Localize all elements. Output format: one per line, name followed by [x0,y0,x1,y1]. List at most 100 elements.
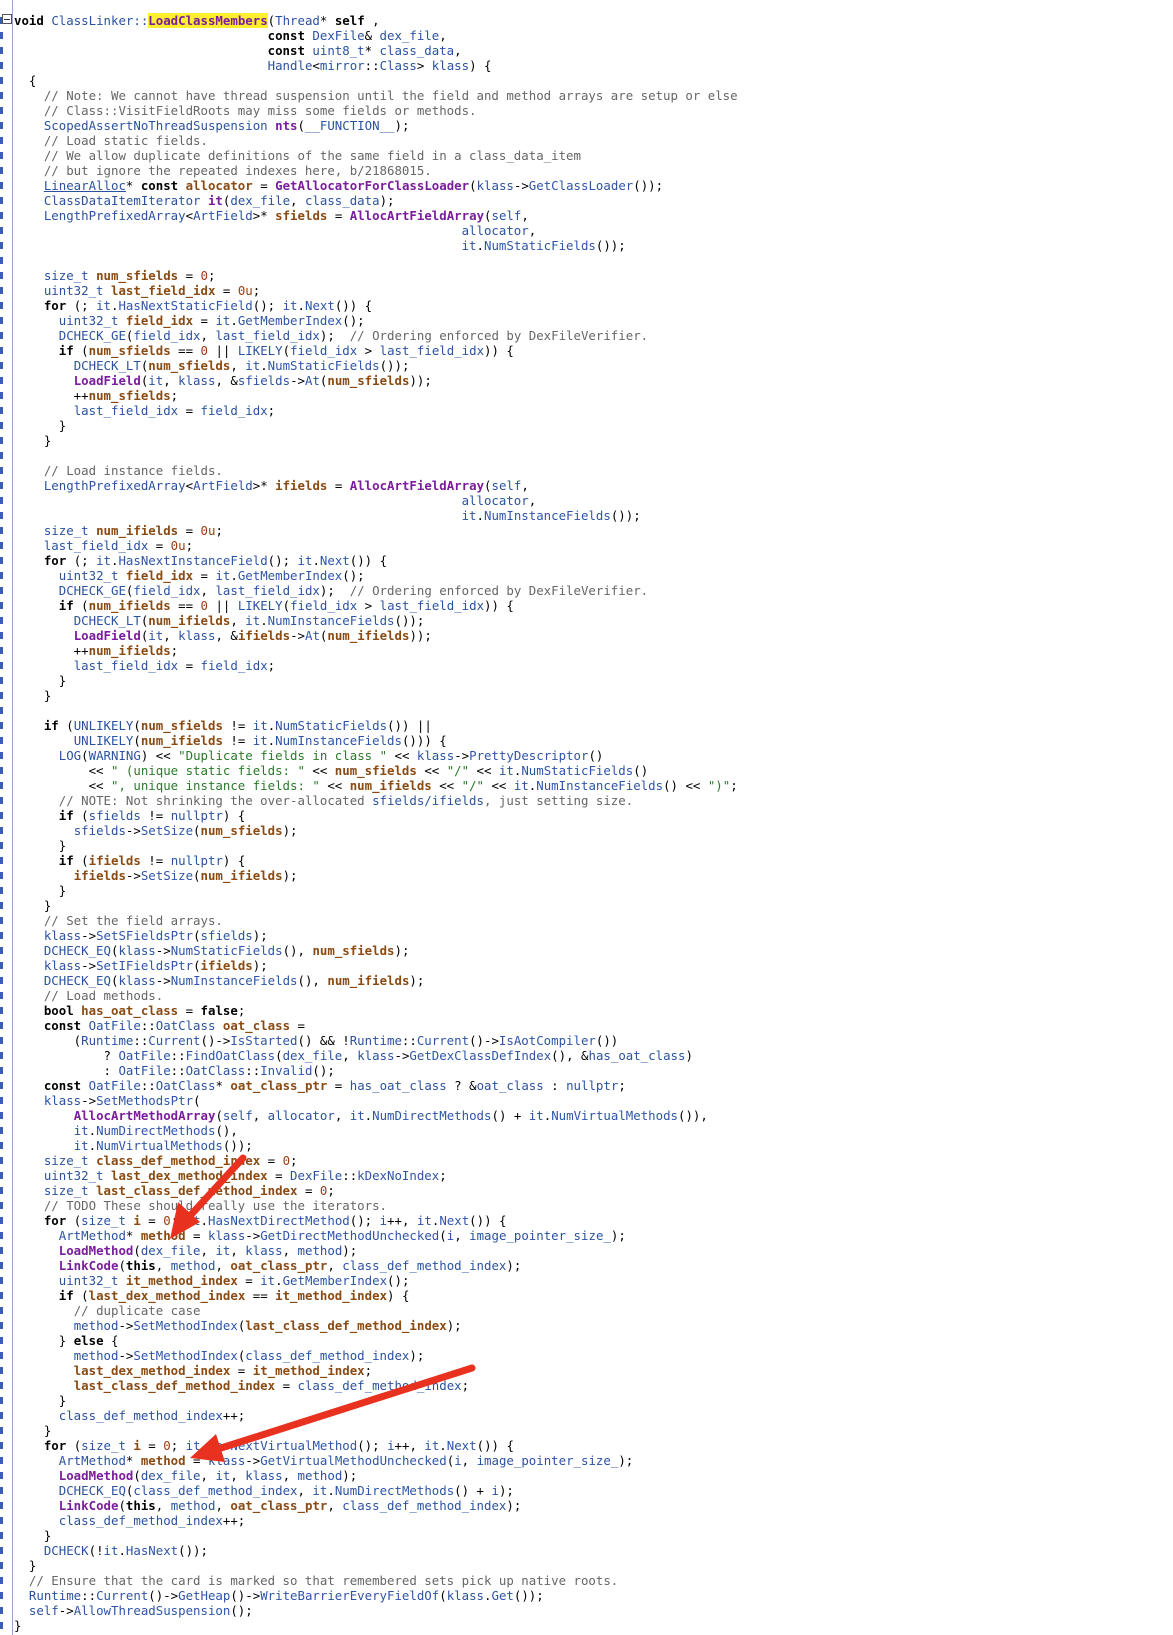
code-line[interactable]: DCHECK_LT(num_sfields, it.NumStaticField… [14,358,410,373]
code-line[interactable]: klass->SetSFieldsPtr(sfields); [14,928,268,943]
code-line[interactable]: if (num_sfields == 0 || LIKELY(field_idx… [14,343,514,358]
code-line[interactable]: for (; it.HasNextStaticField(); it.Next(… [14,298,372,313]
code-line[interactable]: if (last_dex_method_index == it_method_i… [14,1288,410,1303]
code-line[interactable]: DCHECK_EQ(class_def_method_index, it.Num… [14,1483,514,1498]
code-line[interactable]: // duplicate case [14,1303,201,1318]
code-line[interactable]: size_t last_class_def_method_index = 0; [14,1183,335,1198]
code-line[interactable]: if (UNLIKELY(num_sfields != it.NumStatic… [14,718,432,733]
code-line[interactable]: // Note: We cannot have thread suspensio… [14,88,738,103]
code-line[interactable]: size_t num_sfields = 0; [14,268,216,283]
code-line[interactable]: DCHECK(!it.HasNext()); [14,1543,208,1558]
code-line[interactable]: class_def_method_index++; [14,1408,246,1423]
code-line[interactable]: } [14,883,66,898]
code-line[interactable]: DCHECK_LT(num_ifields, it.NumInstanceFie… [14,613,425,628]
code-line[interactable]: LoadMethod(dex_file, it, klass, method); [14,1468,357,1483]
code-line[interactable]: klass->SetIFieldsPtr(ifields); [14,958,268,973]
code-line[interactable]: DCHECK_GE(field_idx, last_field_idx); //… [14,583,648,598]
code-line[interactable]: } [14,673,66,688]
code-line[interactable]: it.NumInstanceFields()); [14,508,641,523]
code-line[interactable]: LengthPrefixedArray<ArtField>* ifields =… [14,478,529,493]
code-line[interactable]: // but ignore the repeated indexes here,… [14,163,432,178]
code-line[interactable]: const OatFile::OatClass oat_class = [14,1018,305,1033]
code-line[interactable]: uint32_t last_field_idx = 0u; [14,283,260,298]
code-line[interactable]: last_field_idx = field_idx; [14,658,275,673]
code-line[interactable]: ifields->SetSize(num_ifields); [14,868,298,883]
code-line[interactable]: } [14,838,66,853]
code-line[interactable]: // Load static fields. [14,133,208,148]
fold-toggle-icon[interactable] [2,14,12,24]
code-line[interactable]: method->SetMethodIndex(class_def_method_… [14,1348,425,1363]
code-line[interactable]: size_t class_def_method_index = 0; [14,1153,298,1168]
code-line[interactable]: << ", unique instance fields: " << num_i… [14,778,738,793]
code-line[interactable]: DCHECK_GE(field_idx, last_field_idx); //… [14,328,648,343]
code-line[interactable]: // We allow duplicate definitions of the… [14,148,581,163]
code-line[interactable]: { [14,73,36,88]
code-line[interactable]: const DexFile& dex_file, [14,28,447,43]
code-line[interactable]: } else { [14,1333,119,1348]
code-line[interactable]: uint32_t field_idx = it.GetMemberIndex()… [14,313,365,328]
code-line[interactable]: klass->SetMethodsPtr( [14,1093,201,1108]
code-line[interactable]: allocator, [14,223,537,238]
code-line[interactable]: DCHECK_EQ(klass->NumInstanceFields(), nu… [14,973,425,988]
code-line[interactable]: } [14,1558,36,1573]
code-line[interactable]: last_dex_method_index = it_method_index; [14,1363,372,1378]
code-line[interactable]: ++num_sfields; [14,388,178,403]
code-line[interactable]: LinkCode(this, method, oat_class_ptr, cl… [14,1258,522,1273]
code-line[interactable]: LOG(WARNING) << "Duplicate fields in cla… [14,748,604,763]
code-line[interactable]: : OatFile::OatClass::Invalid(); [14,1063,335,1078]
code-editor[interactable]: void ClassLinker::LoadClassMembers(Threa… [0,0,1173,1635]
code-line[interactable]: } [14,418,66,433]
code-line[interactable]: LoadField(it, klass, &sfields->At(num_sf… [14,373,432,388]
code-line[interactable]: // TODO These should really use the iter… [14,1198,387,1213]
code-line[interactable]: ScopedAssertNoThreadSuspension nts(__FUN… [14,118,410,133]
code-line[interactable]: if (ifields != nullptr) { [14,853,246,868]
code-line[interactable]: uint32_t field_idx = it.GetMemberIndex()… [14,568,365,583]
code-line[interactable]: ArtMethod* method = klass->GetVirtualMet… [14,1453,633,1468]
code-line[interactable]: // Ensure that the card is marked so tha… [14,1573,618,1588]
code-line[interactable]: LinearAlloc* const allocator = GetAlloca… [14,178,663,193]
code-line[interactable]: (Runtime::Current()->IsStarted() && !Run… [14,1033,619,1048]
code-line[interactable]: // Load methods. [14,988,163,1003]
code-line[interactable]: for (; it.HasNextInstanceField(); it.Nex… [14,553,387,568]
code-line[interactable]: LoadField(it, klass, &ifields->At(num_if… [14,628,432,643]
code-line[interactable]: LengthPrefixedArray<ArtField>* sfields =… [14,208,529,223]
code-line[interactable]: bool has_oat_class = false; [14,1003,245,1018]
code-line[interactable]: allocator, [14,493,537,508]
code-line[interactable]: size_t num_ifields = 0u; [14,523,223,538]
code-line[interactable]: sfields->SetSize(num_sfields); [14,823,298,838]
code-line[interactable]: } [14,1618,21,1633]
code-line[interactable]: ++num_ifields; [14,643,178,658]
code-line[interactable]: for (size_t i = 0; it.HasNextDirectMetho… [14,1213,507,1228]
code-line[interactable]: const uint8_t* class_data, [14,43,462,58]
code-line[interactable]: if (sfields != nullptr) { [14,808,246,823]
code-line[interactable]: AllocArtMethodArray(self, allocator, it.… [14,1108,708,1123]
code-line[interactable]: } [14,1528,51,1543]
code-line[interactable]: // Load instance fields. [14,463,223,478]
code-line[interactable]: method->SetMethodIndex(last_class_def_me… [14,1318,462,1333]
code-line[interactable]: Handle<mirror::Class> klass) { [14,58,492,73]
code-line[interactable]: ClassDataItemIterator it(dex_file, class… [14,193,395,208]
code-line[interactable]: ? OatFile::FindOatClass(dex_file, klass-… [14,1048,693,1063]
code-line[interactable]: uint32_t last_dex_method_index = DexFile… [14,1168,447,1183]
code-line[interactable]: last_class_def_method_index = class_def_… [14,1378,469,1393]
code-line[interactable]: Runtime::Current()->GetHeap()->WriteBarr… [14,1588,544,1603]
code-line[interactable]: LoadMethod(dex_file, it, klass, method); [14,1243,357,1258]
code-line[interactable]: it.NumStaticFields()); [14,238,626,253]
code-line[interactable]: } [14,1393,66,1408]
code-line[interactable]: void ClassLinker::LoadClassMembers(Threa… [14,13,380,28]
code-line[interactable]: // Set the field arrays. [14,913,223,928]
code-line[interactable]: LinkCode(this, method, oat_class_ptr, cl… [14,1498,522,1513]
code-line[interactable]: it.NumVirtualMethods()); [14,1138,253,1153]
code-line[interactable]: UNLIKELY(num_ifields != it.NumInstanceFi… [14,733,447,748]
code-line[interactable]: DCHECK_EQ(klass->NumStaticFields(), num_… [14,943,410,958]
code-line[interactable]: if (num_ifields == 0 || LIKELY(field_idx… [14,598,514,613]
code-line[interactable]: last_field_idx = 0u; [14,538,193,553]
code-line[interactable]: } [14,1423,51,1438]
code-line[interactable]: class_def_method_index++; [14,1513,246,1528]
code-line[interactable]: ArtMethod* method = klass->GetDirectMeth… [14,1228,626,1243]
code-line[interactable]: } [14,898,51,913]
code-line[interactable]: uint32_t it_method_index = it.GetMemberI… [14,1273,410,1288]
code-line[interactable]: } [14,433,51,448]
code-line[interactable]: it.NumDirectMethods(), [14,1123,238,1138]
code-line[interactable]: const OatFile::OatClass* oat_class_ptr =… [14,1078,626,1093]
